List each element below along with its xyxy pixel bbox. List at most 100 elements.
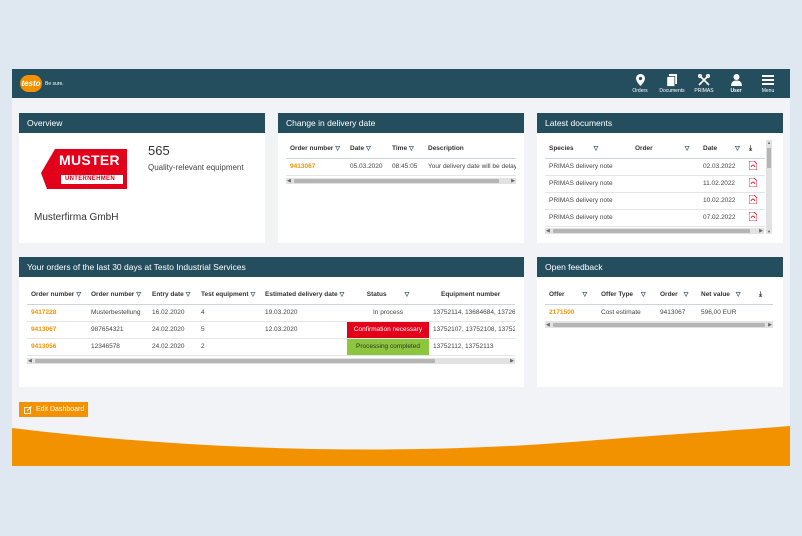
logo-slogan: Be sure. [45, 80, 64, 87]
col-header-net-value[interactable]: Net value ▽ [697, 286, 755, 305]
scroll-right-icon[interactable]: ▶ [768, 322, 772, 328]
col-header-entry-date[interactable]: Entry date ▽ [148, 286, 197, 305]
filter-icon[interactable]: ▽ [335, 146, 340, 152]
nav-documents[interactable]: Documents [656, 72, 688, 94]
filter-icon[interactable]: ▽ [735, 146, 740, 152]
horizontal-scrollbar[interactable]: ◀ ▶ [27, 358, 515, 364]
map-pin-icon [635, 72, 645, 88]
nav-primas[interactable]: PRIMAS [688, 72, 720, 94]
filter-icon[interactable]: ▽ [340, 292, 345, 298]
delivery-table: Order number ▽ Date ▽ Time ▽ Description 94… [286, 140, 516, 176]
filter-icon[interactable]: ▽ [76, 292, 81, 298]
edit-dashboard-label: Edit Dashboard [36, 406, 85, 413]
filter-icon[interactable]: ▽ [685, 146, 690, 152]
col-header-order[interactable]: Order ▽ [656, 286, 697, 305]
filter-icon[interactable]: ▽ [641, 292, 646, 298]
nav-documents-label: Documents [659, 88, 685, 94]
filter-icon[interactable]: ▽ [736, 292, 741, 298]
download-icon[interactable]: ⤓ [755, 286, 773, 305]
nav-primas-label: PRIMAS [694, 88, 714, 94]
nav-orders[interactable]: Orders [624, 72, 656, 94]
order-link[interactable]: 9413056 [27, 338, 87, 356]
table-row[interactable]: 9413067 05.03.2020 08:45:05 Your deliver… [286, 158, 516, 176]
download-all-icon[interactable]: ⤓ [745, 140, 765, 159]
col-header-status[interactable]: Status ▽ [347, 286, 429, 305]
table-row[interactable]: 9413056 12346578 24.02.2020 2 Processing… [27, 338, 515, 356]
col-header-order[interactable]: Order ▽ [631, 140, 699, 159]
table-row[interactable]: PRIMAS delivery note 11.02.2022 [545, 175, 765, 193]
pdf-icon[interactable] [745, 192, 765, 210]
orders-table: Order number ▽ Order number ▽ Entry date ▽ … [27, 286, 515, 356]
vertical-scrollbar[interactable]: ▲ ▼ [766, 140, 772, 234]
horizontal-scrollbar[interactable]: ◀ ▶ [545, 322, 773, 328]
delivery-title: Change in delivery date [278, 113, 524, 133]
order-link[interactable]: 9413067 [27, 321, 87, 339]
pdf-icon[interactable] [745, 209, 765, 227]
order-link[interactable]: 9417228 [27, 304, 87, 322]
feedback-card: Open feedback Offer ▽ Offer Type ▽ Order ▽ … [537, 257, 783, 387]
col-header-offer-type[interactable]: Offer Type ▽ [597, 286, 656, 305]
order-link[interactable]: 9413067 [286, 158, 346, 176]
documents-card: Latest documents Species ▽ Order ▽ Date ▽ ⤓… [537, 113, 783, 243]
filter-icon[interactable]: ▽ [366, 146, 371, 152]
equipment-count-label: Quality-relevant equipment [148, 163, 244, 172]
table-row[interactable]: PRIMAS delivery note 10.02.2022 [545, 192, 765, 210]
documents-title: Latest documents [537, 113, 783, 133]
col-header-species[interactable]: Species ▽ [545, 140, 631, 159]
status-badge: In process [347, 304, 429, 322]
scroll-left-icon[interactable]: ◀ [546, 228, 550, 234]
col-header-order-number[interactable]: Order number ▽ [27, 286, 87, 305]
col-header-test-equipment[interactable]: Test equipment ▽ [197, 286, 261, 305]
edit-dashboard-button[interactable]: Edit Dashboard [19, 402, 88, 417]
filter-icon[interactable]: ▽ [251, 292, 256, 298]
testo-logo[interactable]: testo Be sure. [20, 75, 64, 92]
orders-card: Your orders of the last 30 days at Testo… [19, 257, 524, 387]
filter-icon[interactable]: ▽ [684, 292, 689, 298]
pdf-icon[interactable] [745, 158, 765, 176]
offer-link[interactable]: 2171500 [545, 304, 597, 322]
filter-icon[interactable]: ▽ [186, 292, 191, 298]
filter-icon[interactable]: ▽ [409, 146, 414, 152]
col-header-description[interactable]: Description [424, 140, 516, 159]
filter-icon[interactable]: ▽ [583, 292, 588, 298]
table-row[interactable]: 9413067 987654321 24.02.2020 5 12.03.202… [27, 321, 515, 339]
scroll-left-icon[interactable]: ◀ [287, 178, 291, 184]
col-header-order-number[interactable]: Order number ▽ [286, 140, 346, 159]
col-header-time[interactable]: Time ▽ [388, 140, 424, 159]
table-row[interactable]: 2171500 Cost estimate 9413067 596,00 EUR [545, 304, 773, 322]
main-nav: Orders Documents PRIMAS User Menu [624, 72, 784, 94]
documents-table: Species ▽ Order ▽ Date ▽ ⤓ PRIMAS delivery … [545, 140, 765, 227]
overview-card: Overview MUSTER UNTERNEHMEN 565 Quality-… [19, 113, 265, 243]
logo-text-unternehmen: UNTERNEHMEN [65, 176, 115, 182]
col-header-date[interactable]: Date ▽ [699, 140, 745, 159]
pdf-icon[interactable] [745, 175, 765, 193]
col-header-estimated-delivery[interactable]: Estimated delivery date ▽ [261, 286, 347, 305]
col-header-customer-order-number[interactable]: Order number ▽ [87, 286, 148, 305]
table-row[interactable]: PRIMAS delivery note 02.03.2022 [545, 158, 765, 176]
filter-icon[interactable]: ▽ [405, 292, 410, 298]
filter-icon[interactable]: ▽ [136, 292, 141, 298]
equipment-count: 565 [148, 143, 170, 158]
scroll-right-icon[interactable]: ▶ [510, 358, 514, 364]
scroll-right-icon[interactable]: ▶ [511, 178, 515, 184]
col-header-equipment-number[interactable]: Equipment number [429, 286, 515, 305]
scroll-left-icon[interactable]: ◀ [28, 358, 32, 364]
nav-menu[interactable]: Menu [752, 72, 784, 94]
tools-icon [698, 72, 710, 88]
feedback-table: Offer ▽ Offer Type ▽ Order ▽ Net value ▽ ⤓ 2… [545, 286, 773, 322]
table-row[interactable]: 9417228 Musterbestellung 16.02.2020 4 19… [27, 304, 515, 322]
table-row[interactable]: PRIMAS delivery note 07.02.2022 [545, 209, 765, 227]
scroll-down-icon[interactable]: ▼ [767, 229, 771, 234]
horizontal-scrollbar[interactable]: ◀ ▶ [545, 228, 764, 234]
nav-orders-label: Orders [632, 88, 648, 94]
menu-icon [762, 72, 774, 88]
filter-icon[interactable]: ▽ [594, 146, 599, 152]
col-header-date[interactable]: Date ▽ [346, 140, 388, 159]
scroll-left-icon[interactable]: ◀ [546, 322, 550, 328]
col-header-offer[interactable]: Offer ▽ [545, 286, 597, 305]
top-navigation-bar: testo Be sure. Orders Documents PRIMAS U… [12, 69, 790, 98]
horizontal-scrollbar[interactable]: ◀ ▶ [286, 178, 516, 184]
scroll-right-icon[interactable]: ▶ [759, 228, 763, 234]
nav-user[interactable]: User [720, 72, 752, 94]
scroll-up-icon[interactable]: ▲ [767, 140, 771, 145]
